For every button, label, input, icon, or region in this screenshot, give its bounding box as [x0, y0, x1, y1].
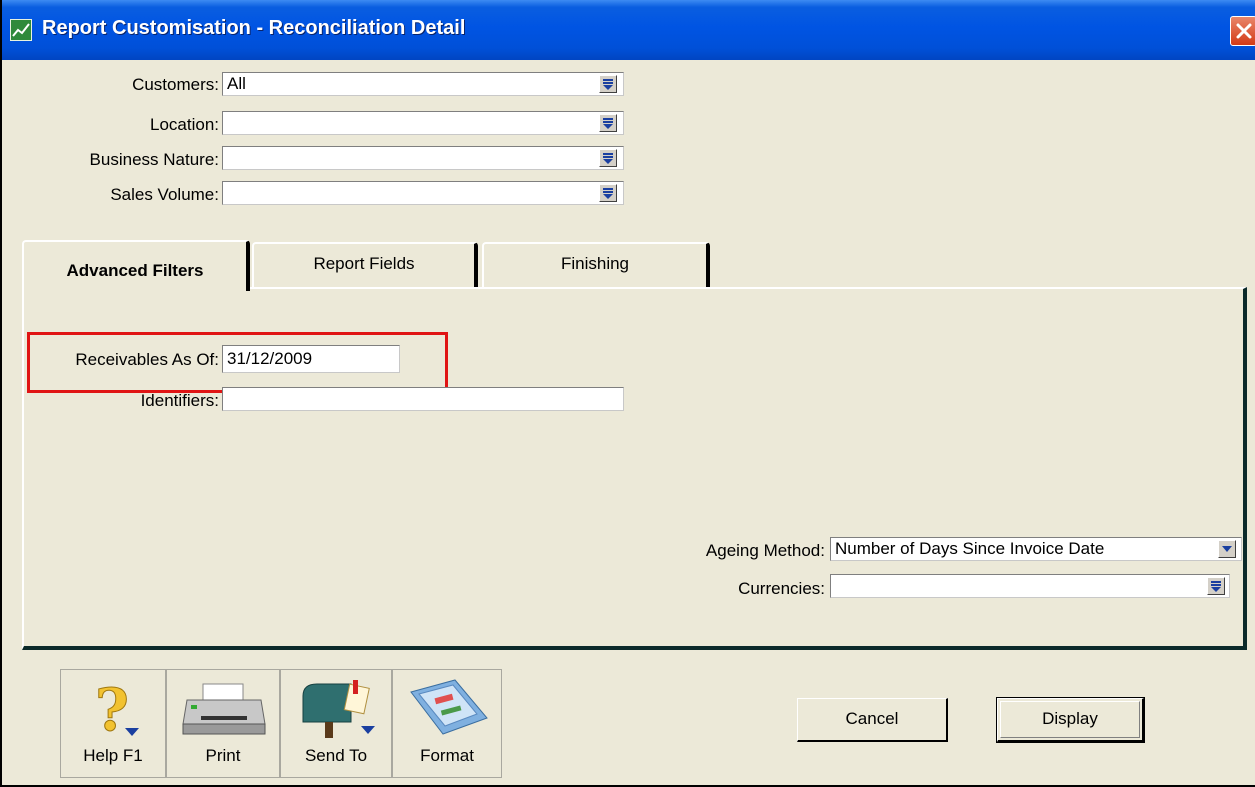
location-picker-button[interactable]	[599, 114, 617, 132]
send-to-button[interactable]: Send To	[280, 669, 392, 778]
receivables-as-of-label: Receivables As Of:	[75, 350, 219, 369]
tab-advanced-filters-label: Advanced Filters	[66, 261, 204, 280]
sales-volume-picker-button[interactable]	[599, 184, 617, 202]
help-button[interactable]: ? Help F1	[60, 669, 166, 778]
cancel-button[interactable]: Cancel	[797, 698, 948, 742]
title-bar[interactable]: Report Customisation - Reconciliation De…	[2, 0, 1255, 60]
help-button-label: Help F1	[83, 746, 143, 765]
customers-label: Customers:	[132, 75, 219, 94]
tab-finishing-label: Finishing	[560, 254, 630, 273]
chevron-down-icon	[1222, 546, 1232, 552]
close-button[interactable]	[1230, 16, 1255, 46]
list-picker-icon	[1211, 581, 1221, 592]
display-button[interactable]: Display	[996, 697, 1145, 743]
format-button-label: Format	[420, 746, 474, 765]
sales-volume-label: Sales Volume:	[110, 185, 219, 204]
business-nature-label: Business Nature:	[89, 150, 219, 169]
printer-icon	[182, 683, 266, 735]
print-button[interactable]: Print	[166, 669, 280, 778]
identifiers-field[interactable]	[222, 387, 624, 411]
identifiers-label: Identifiers:	[140, 391, 219, 410]
list-picker-icon	[603, 79, 613, 90]
format-icon	[410, 679, 488, 735]
currencies-field[interactable]	[830, 574, 1230, 598]
help-icon: ?	[95, 678, 139, 740]
app-icon	[10, 19, 32, 41]
business-nature-picker-button[interactable]	[599, 149, 617, 167]
location-field[interactable]	[222, 111, 624, 135]
report-window: Report Customisation - Reconciliation De…	[0, 0, 1255, 787]
business-nature-field[interactable]	[222, 146, 624, 170]
currencies-label: Currencies:	[738, 579, 825, 598]
send-to-button-label: Send To	[304, 746, 368, 765]
ageing-method-select[interactable]: Number of Days Since Invoice Date	[830, 537, 1242, 561]
currencies-picker-button[interactable]	[1207, 577, 1225, 595]
close-icon	[1236, 23, 1252, 39]
format-button[interactable]: Format	[392, 669, 502, 778]
display-button-label: Display	[1042, 709, 1098, 728]
customers-field[interactable]: All	[222, 72, 624, 96]
tab-report-fields[interactable]: Report Fields	[252, 242, 478, 287]
mailbox-icon	[302, 680, 375, 738]
ageing-method-dropdown-button[interactable]	[1218, 540, 1236, 558]
list-picker-icon	[603, 188, 613, 199]
location-label: Location:	[150, 115, 219, 134]
list-picker-icon	[603, 118, 613, 129]
sales-volume-field[interactable]	[222, 181, 624, 205]
tab-report-fields-label: Report Fields	[313, 254, 415, 273]
receivables-as-of-field[interactable]: 31/12/2009	[222, 345, 400, 373]
tab-finishing[interactable]: Finishing	[482, 242, 710, 287]
window-title: Report Customisation - Reconciliation De…	[42, 17, 466, 39]
tab-advanced-filters[interactable]: Advanced Filters	[22, 240, 250, 291]
print-button-label: Print	[205, 746, 241, 765]
customers-picker-button[interactable]	[599, 75, 617, 93]
svg-text:?: ?	[95, 678, 129, 740]
list-picker-icon	[603, 153, 613, 164]
ageing-method-label: Ageing Method:	[705, 541, 825, 560]
